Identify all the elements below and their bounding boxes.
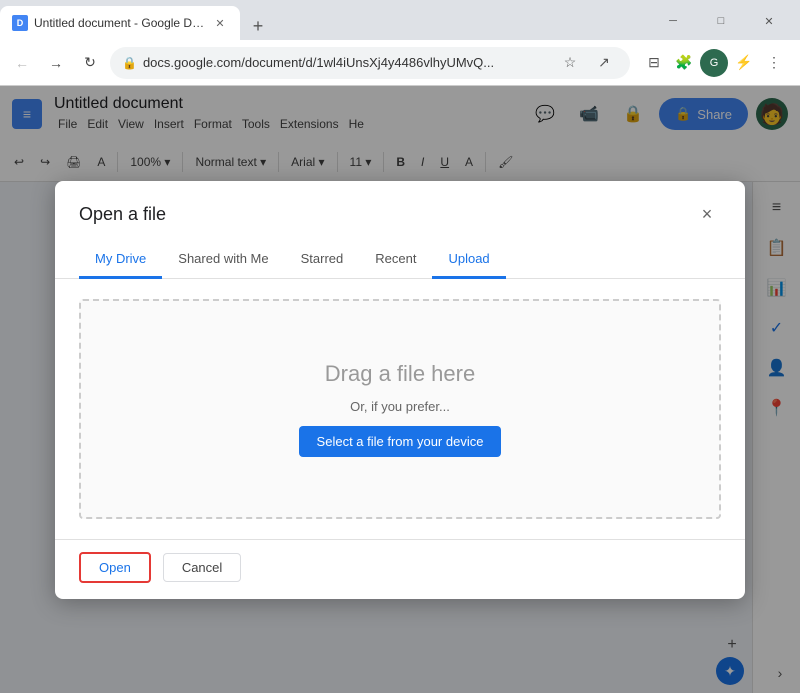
tab-close-button[interactable]: ✕ bbox=[212, 15, 228, 31]
forward-button[interactable]: → bbox=[42, 49, 70, 77]
cast-icon[interactable]: ⊟ bbox=[640, 49, 668, 77]
dialog-footer: Open Cancel bbox=[55, 539, 745, 599]
tab-favicon: D bbox=[12, 15, 28, 31]
profile-avatar: G bbox=[700, 49, 728, 77]
tab-starred[interactable]: Starred bbox=[285, 241, 360, 279]
active-tab[interactable]: D Untitled document - Google Do... ✕ bbox=[0, 6, 240, 40]
url-text: docs.google.com/document/d/1wl4iUnsXj4y4… bbox=[143, 55, 550, 70]
url-box[interactable]: 🔒 docs.google.com/document/d/1wl4iUnsXj4… bbox=[110, 47, 630, 79]
new-tab-button[interactable]: + bbox=[244, 12, 272, 40]
dialog-overlay: Open a file × My Drive Shared with Me St… bbox=[0, 86, 800, 693]
address-bar: ← → ↻ 🔒 docs.google.com/document/d/1wl4i… bbox=[0, 40, 800, 86]
browser-toolbar: ⊟ 🧩 G ⚡ ⋮ bbox=[636, 49, 792, 77]
share-page-icon[interactable]: ↗ bbox=[590, 49, 618, 77]
cancel-button[interactable]: Cancel bbox=[163, 553, 241, 582]
open-button[interactable]: Open bbox=[79, 552, 151, 583]
lock-icon: 🔒 bbox=[122, 56, 137, 70]
bookmark-icon[interactable]: ☆ bbox=[556, 49, 584, 77]
speed-dial-icon[interactable]: ⚡ bbox=[730, 49, 758, 77]
close-button[interactable]: ✕ bbox=[746, 6, 792, 36]
dialog-header: Open a file × bbox=[55, 181, 745, 229]
window-controls: ─ □ ✕ bbox=[650, 6, 800, 40]
tab-bar: D Untitled document - Google Do... ✕ + ─… bbox=[0, 0, 800, 40]
docs-favicon-icon: D bbox=[17, 18, 24, 28]
or-text: Or, if you prefer... bbox=[350, 399, 450, 414]
drag-text: Drag a file here bbox=[325, 361, 475, 387]
extensions-icon[interactable]: 🧩 bbox=[670, 49, 698, 77]
dialog-title: Open a file bbox=[79, 204, 166, 225]
docs-main: ≡ Untitled document File Edit View Inser… bbox=[0, 86, 800, 693]
dialog-tabs: My Drive Shared with Me Starred Recent U… bbox=[55, 241, 745, 279]
dialog-close-button[interactable]: × bbox=[693, 201, 721, 229]
content-area: ≡ Untitled document File Edit View Inser… bbox=[0, 86, 800, 693]
maximize-button[interactable]: □ bbox=[698, 6, 744, 36]
tab-my-drive[interactable]: My Drive bbox=[79, 241, 162, 279]
tab-recent[interactable]: Recent bbox=[359, 241, 432, 279]
reload-button[interactable]: ↻ bbox=[76, 49, 104, 77]
tab-title: Untitled document - Google Do... bbox=[34, 16, 206, 30]
tab-shared-with-me[interactable]: Shared with Me bbox=[162, 241, 284, 279]
back-button[interactable]: ← bbox=[8, 49, 36, 77]
select-file-button[interactable]: Select a file from your device bbox=[299, 426, 502, 457]
minimize-button[interactable]: ─ bbox=[650, 6, 696, 36]
tab-upload[interactable]: Upload bbox=[432, 241, 505, 279]
browser-frame: D Untitled document - Google Do... ✕ + ─… bbox=[0, 0, 800, 693]
upload-drop-zone[interactable]: Drag a file here Or, if you prefer... Se… bbox=[79, 299, 721, 519]
menu-icon[interactable]: ⋮ bbox=[760, 49, 788, 77]
profile-icon[interactable]: G bbox=[700, 49, 728, 77]
open-file-dialog: Open a file × My Drive Shared with Me St… bbox=[55, 181, 745, 599]
